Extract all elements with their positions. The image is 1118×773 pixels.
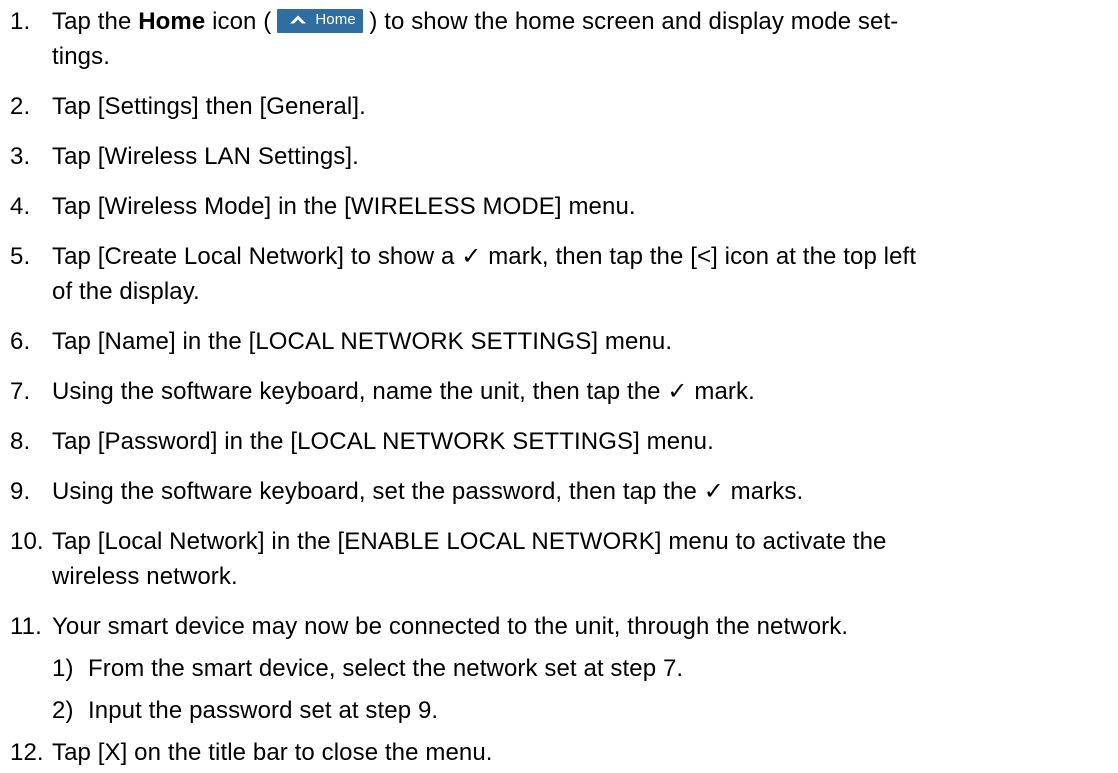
step-number: 12.	[10, 739, 44, 766]
step-number: 3.	[10, 143, 31, 170]
step-text: Tap [Password] in the [LOCAL NETWORK SET…	[52, 428, 714, 455]
substep-number: 1)	[52, 655, 74, 682]
step-text: Tap [X] on the title bar to close the me…	[52, 739, 493, 766]
step-text-continued: of the display.	[52, 278, 200, 305]
substep-number: 2)	[52, 697, 74, 724]
step-number: 2.	[10, 93, 31, 120]
step-text-before: Tap the	[52, 8, 139, 35]
step-number: 5.	[10, 243, 31, 270]
step-text: Tap the Home icon (Home) to show the hom…	[52, 8, 898, 36]
step-text: Using the software keyboard, name the un…	[52, 378, 755, 405]
step-text-continued: wireless network.	[52, 563, 238, 590]
step-text-middle: icon (	[205, 8, 272, 35]
step-text: Tap [Settings] then [General].	[52, 93, 366, 120]
step-text: Tap [Wireless LAN Settings].	[52, 143, 359, 170]
step-text-continued: tings.	[52, 43, 110, 70]
step-text: Tap [Name] in the [LOCAL NETWORK SETTING…	[52, 328, 673, 355]
step-text: Tap [Wireless Mode] in the [WIRELESS MOD…	[52, 193, 636, 220]
step-number: 8.	[10, 428, 31, 455]
step-text-after: ) to show the home screen and display mo…	[369, 8, 899, 35]
home-button-illustration: Home	[277, 8, 364, 33]
step-text: Tap [Create Local Network] to show a ✓ m…	[52, 243, 917, 270]
step-number: 11.	[10, 613, 42, 640]
step-text: Using the software keyboard, set the pas…	[52, 478, 804, 505]
step-number: 7.	[10, 378, 31, 405]
step-number: 4.	[10, 193, 31, 220]
home-chevron-up-icon	[289, 14, 307, 24]
step-text: Tap [Local Network] in the [ENABLE LOCAL…	[52, 528, 887, 555]
step-number: 1.	[10, 8, 31, 35]
step-number: 9.	[10, 478, 31, 505]
step-number: 6.	[10, 328, 31, 355]
home-button-label: Home	[315, 10, 356, 28]
step-number: 10.	[10, 528, 44, 555]
substep-text: Input the password set at step 9.	[88, 697, 439, 724]
step-text: Your smart device may now be connected t…	[52, 613, 849, 640]
home-bold-label: Home	[138, 8, 206, 35]
substep-text: From the smart device, select the networ…	[88, 655, 684, 682]
